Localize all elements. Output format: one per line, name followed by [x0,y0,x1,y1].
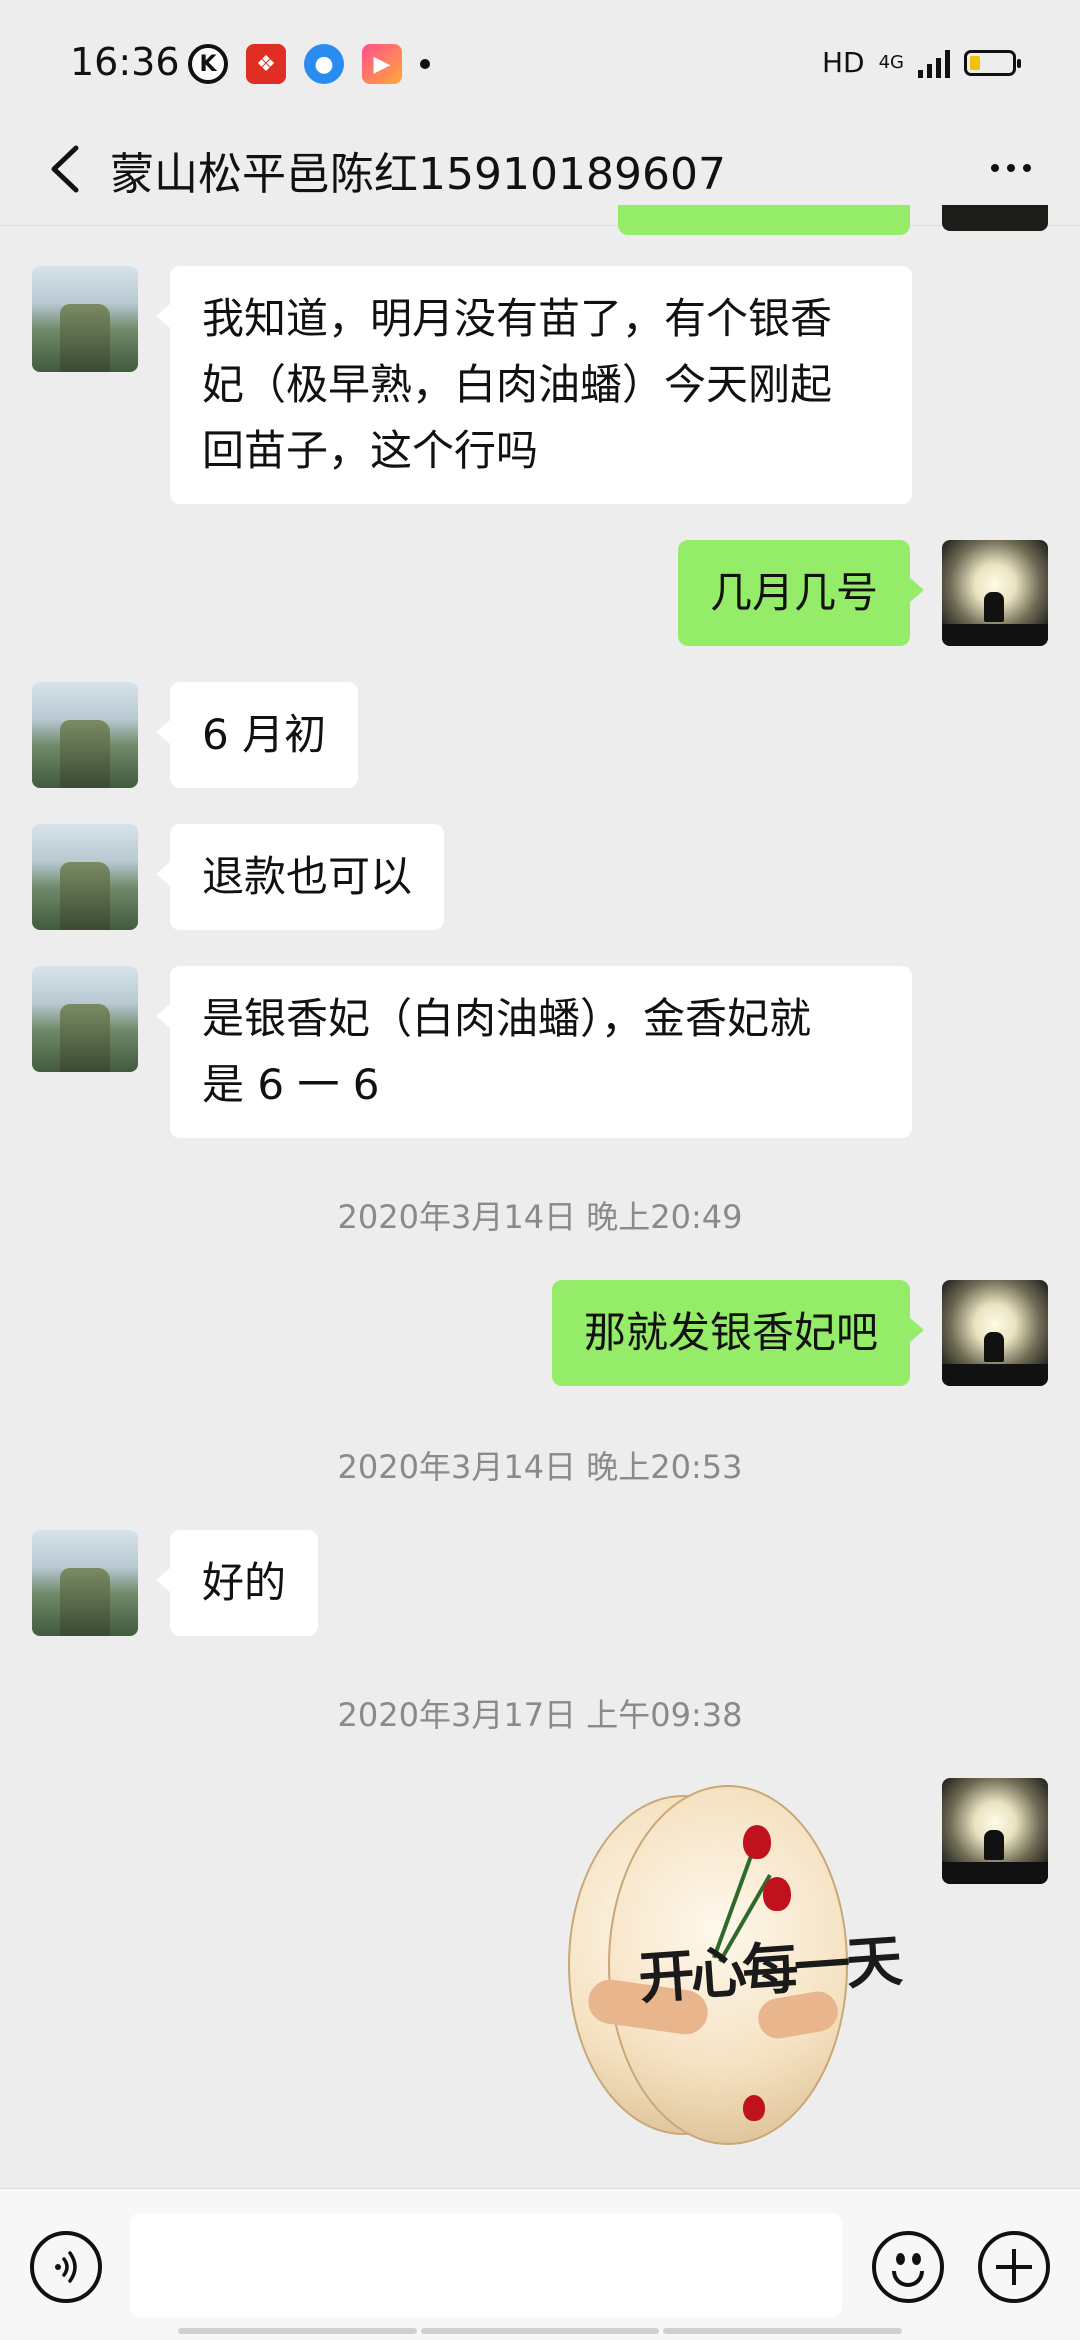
plus-button[interactable] [978,2231,1050,2303]
input-bar [0,2188,1080,2340]
chat-title: 蒙山松平邑陈红15910189607 [110,149,726,200]
header-divider [0,225,1080,226]
message-line: 回苗子，这个行吗 [202,426,539,475]
battery-icon [964,49,1021,76]
sticker-message[interactable]: 开心每一天 [568,1785,900,2145]
signal-icon [918,48,950,78]
my-avatar[interactable] [942,540,1048,646]
more-notifications-dot-icon [420,59,430,69]
message-text: 退款也可以 [202,852,413,901]
rose-icon [743,2095,765,2121]
contact-avatar[interactable] [32,266,138,372]
message-bubble-received[interactable]: 是银香妃（白肉油蟠），金香妃就 是 6 一 6 [156,966,912,1138]
my-avatar[interactable] [942,1778,1048,1884]
red-app-icon: ❖ [246,44,286,84]
hd-label: HD [821,46,865,79]
rose-icon [743,1825,771,1859]
more-options-button[interactable] [976,138,1046,198]
status-time: 16:36 [70,40,180,84]
message-text: 好的 [202,1558,287,1607]
message-text: 那就发银香妃吧 [583,1308,878,1357]
message-text: 6 月初 [202,710,327,759]
chat-screen: 16:36 K ❖ ● ▶ HD 4G 蒙山松平邑陈红15910189607 我… [0,0,1080,2340]
blue-app-icon: ● [304,44,344,84]
network-label: 4G [878,52,904,73]
message-line: 是 6 一 6 [202,1060,380,1109]
message-bubble-received[interactable]: 6 月初 [155,682,359,788]
more-dots-icon [991,164,999,172]
message-input[interactable] [130,2213,842,2317]
my-avatar[interactable] [942,1280,1048,1386]
notification-icons: K ❖ ● ▶ [188,44,430,84]
message-line: 妃（极早熟，白肉油蟠）今天刚起 [202,360,833,409]
message-text: 几月几号 [709,568,878,617]
my-avatar[interactable] [942,205,1048,231]
gesture-bar [178,2328,903,2334]
emoji-button[interactable] [872,2231,944,2303]
previous-message-bubble[interactable] [618,205,910,235]
message-timestamp: 2020年3月17日 上午09:38 [337,1696,743,1734]
chat-header: 蒙山松平邑陈红15910189607 [0,110,1080,230]
message-bubble-received[interactable]: 好的 [155,1530,319,1636]
message-timestamp: 2020年3月14日 晚上20:49 [337,1198,743,1236]
video-app-icon: ▶ [362,44,402,84]
rose-icon [763,1877,791,1911]
contact-avatar[interactable] [32,966,138,1072]
voice-icon [55,2251,77,2283]
voice-button[interactable] [30,2231,102,2303]
message-bubble-received[interactable]: 退款也可以 [155,824,445,930]
k-icon: K [188,44,228,84]
message-line: 我知道，明月没有苗了，有个银香 [202,294,833,343]
contact-avatar[interactable] [32,1530,138,1636]
message-line: 是银香妃（白肉油蟠），金香妃就 [202,994,812,1043]
status-right: HD 4G [821,46,1021,79]
message-bubble-sent[interactable]: 几月几号 [677,540,925,646]
chevron-left-icon [51,145,79,193]
sticker-text: 开心每一天 [636,1928,901,2012]
contact-avatar[interactable] [32,824,138,930]
emoji-icon [896,2253,905,2265]
contact-avatar[interactable] [32,682,138,788]
message-bubble-received[interactable]: 我知道，明月没有苗了，有个银香 妃（极早熟，白肉油蟠）今天刚起 回苗子，这个行吗 [156,266,912,504]
message-bubble-sent[interactable]: 那就发银香妃吧 [551,1280,925,1386]
back-button[interactable] [30,134,100,204]
message-timestamp: 2020年3月14日 晚上20:53 [337,1448,743,1486]
